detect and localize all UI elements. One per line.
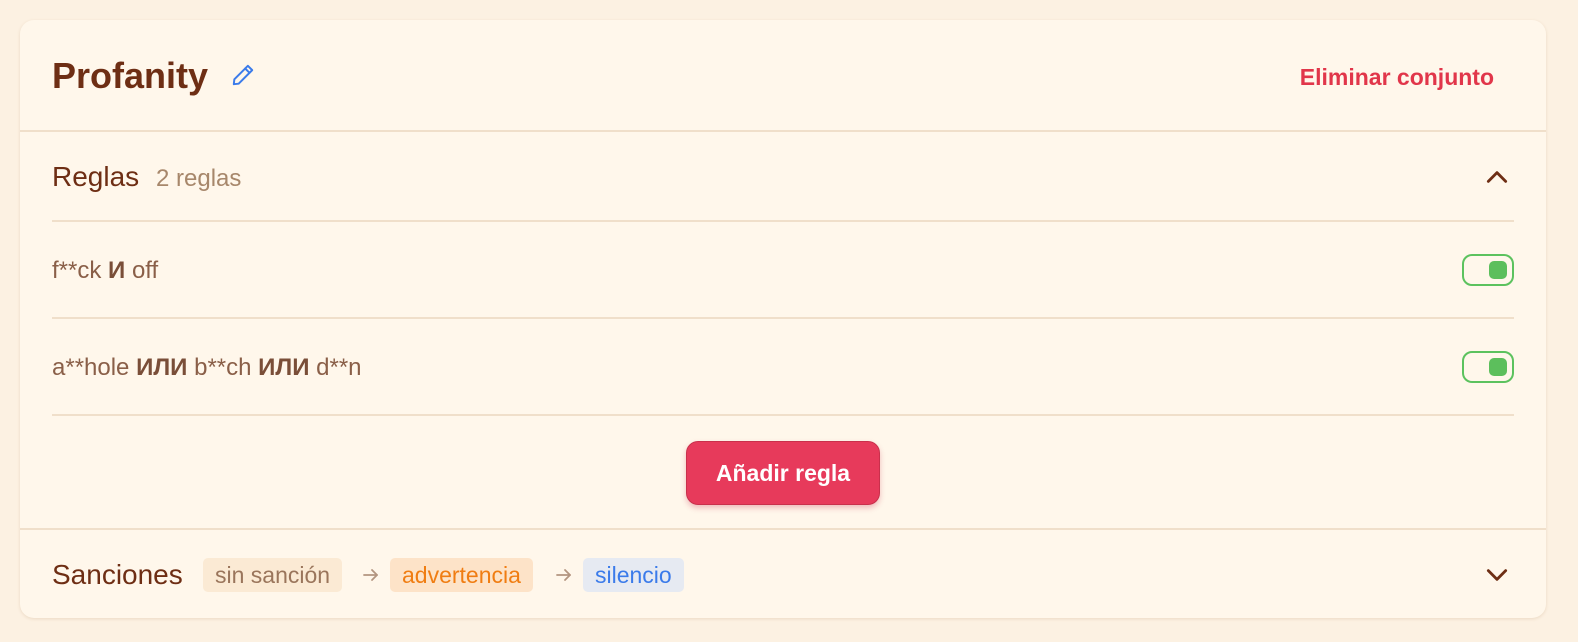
rule-term: b**ch [194,354,252,381]
rule-operator: И [108,257,126,284]
rule-term: off [131,257,159,284]
add-rule-button[interactable]: Añadir regla [686,441,880,505]
rule-expression[interactable]: a**hole ИЛИ b**ch ИЛИ d**n [52,353,362,383]
rules-section-title: Reglas [52,161,140,192]
rule-operator: ИЛИ [258,354,310,381]
rule-operator: ИЛИ [136,354,188,381]
rule-set-card: Profanity Eliminar conjunto Reglas 2 reg… [20,20,1546,618]
rules-section-header[interactable]: Reglas 2 reglas [52,132,1514,222]
rule-row: f**ck И off [52,222,1514,319]
rule-term: d**n [316,354,362,381]
toggle-knob [1489,358,1507,376]
chevron-up-icon[interactable] [1484,164,1510,190]
arrow-right-icon [361,565,381,585]
delete-set-button[interactable]: Eliminar conjunto [1300,62,1494,92]
sanctions-section-header[interactable]: Sanciones sin sanción advertencia silenc… [20,528,1546,618]
rule-row: a**hole ИЛИ b**ch ИЛИ d**n [52,319,1514,416]
rule-term: a**hole [52,354,130,381]
chevron-down-icon[interactable] [1484,562,1510,588]
pencil-icon[interactable] [230,62,256,88]
rule-set-title: Profanity [52,55,209,96]
arrow-right-icon [554,565,574,585]
rule-enabled-toggle[interactable] [1462,351,1514,383]
sanction-step-mute: silencio [583,558,684,592]
toggle-knob [1489,261,1507,279]
rule-expression[interactable]: f**ck И off [52,256,158,286]
card-header: Profanity Eliminar conjunto [20,20,1546,132]
rule-enabled-toggle[interactable] [1462,254,1514,286]
rules-count: 2 reglas [156,165,242,192]
sanction-step-warning: advertencia [390,558,533,592]
sanctions-section-title: Sanciones [52,559,183,590]
rule-term: f**ck [52,257,102,284]
sanction-step-none: sin sanción [203,558,343,592]
